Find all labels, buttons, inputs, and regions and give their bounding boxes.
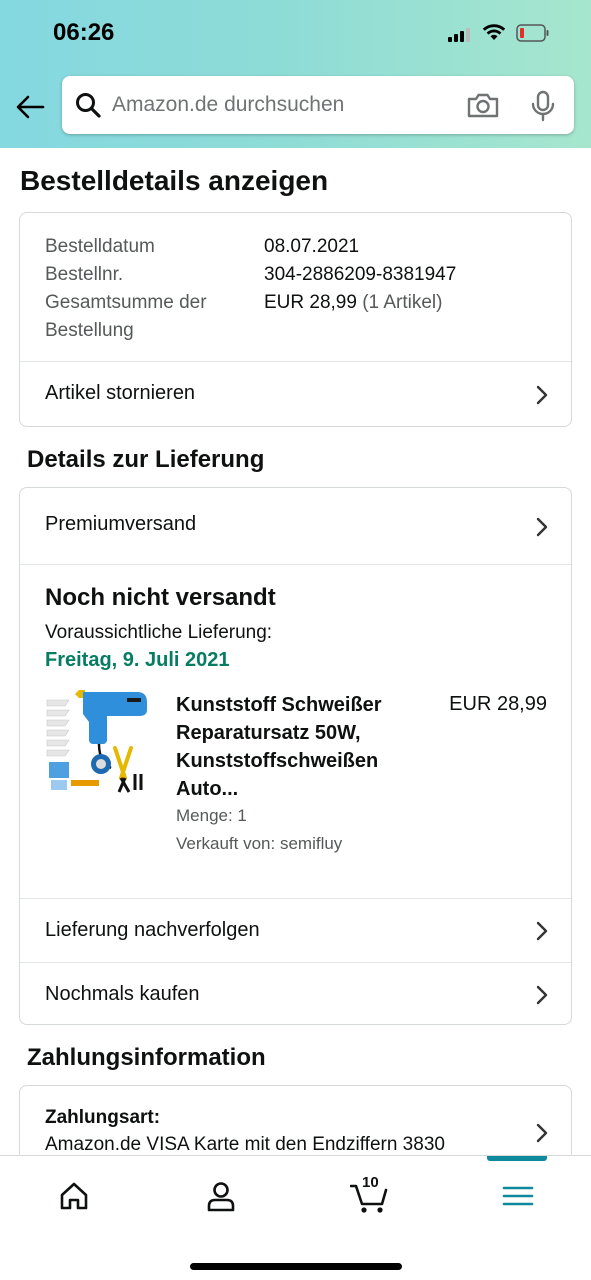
back-arrow-icon[interactable] [14,91,46,123]
expected-delivery-label: Voraussichtliche Lieferung: [45,622,273,643]
microphone-icon[interactable] [530,90,556,122]
order-date-value: 08.07.2021 [264,236,360,257]
order-total-label-line2: Bestellung [45,320,134,341]
order-date-label: Bestelldatum [45,236,155,257]
product-title[interactable]: Kunststoff Schweißer Reparatursatz 50W, … [176,691,406,803]
page-title: Bestelldetails anzeigen [20,165,329,196]
home-icon[interactable] [56,1178,92,1214]
product-quantity: Menge: 1 [176,806,247,825]
chevron-right-icon [536,1123,548,1143]
track-delivery-row[interactable]: Lieferung nachverfolgen [20,899,571,962]
order-total-amount: EUR 28,99 [264,292,357,313]
buy-again-row[interactable]: Nochmals kaufen [20,963,571,1024]
chevron-right-icon [536,517,548,537]
account-icon[interactable] [203,1178,239,1214]
order-total-items: (1 Artikel) [362,292,443,313]
product-price: EUR 28,99 [449,693,547,715]
delivery-card: Premiumversand Noch nicht versandt Vorau… [19,487,572,1025]
order-total-value: EUR 28,99 (1 Artikel) [264,289,442,317]
buy-again-label: Nochmals kaufen [45,983,200,1005]
shipment-status: Noch nicht versandt [45,584,276,611]
status-time: 06:26 [53,19,115,46]
home-indicator [190,1263,402,1270]
chevron-right-icon [536,921,548,941]
cancel-items-label: Artikel stornieren [45,382,196,404]
shipping-method-row[interactable]: Premiumversand [20,488,571,564]
payment-type-value: Amazon.de VISA Karte mit den Endziffern … [45,1134,445,1155]
cart-count-badge: 10 [362,1174,379,1191]
expected-delivery-date: Freitag, 9. Juli 2021 [45,649,230,671]
order-total-label-line1: Gesamtsumme der [45,292,207,313]
cancel-items-row[interactable]: Artikel stornieren [20,362,571,426]
menu-icon[interactable] [500,1178,536,1214]
payment-section-title: Zahlungsinformation [27,1044,266,1071]
order-summary-card: Bestelldatum 08.07.2021 Bestellnr. 304-2… [19,212,572,427]
product-seller: Verkauft von: semifluy [176,834,343,853]
app-header: 06:26 [0,0,591,148]
payment-type-label: Zahlungsart: [45,1107,161,1128]
delivery-section-title: Details zur Lieferung [27,446,265,473]
track-delivery-label: Lieferung nachverfolgen [45,919,260,941]
battery-icon [516,24,549,42]
camera-icon[interactable] [466,91,500,119]
search-icon [76,93,101,118]
order-number-label: Bestellnr. [45,264,124,285]
divider [20,564,571,565]
bottom-navigation: 10 [0,1155,591,1280]
chevron-right-icon [536,385,548,405]
product-image[interactable] [45,688,153,800]
order-number-value: 304-2886209-8381947 [264,264,457,285]
active-tab-indicator [487,1156,547,1161]
shipping-method-label: Premiumversand [45,513,197,535]
search-input[interactable] [112,76,452,134]
search-bar[interactable] [62,76,574,134]
signal-icon [448,28,474,42]
chevron-right-icon [536,985,548,1005]
wifi-icon [482,24,506,40]
